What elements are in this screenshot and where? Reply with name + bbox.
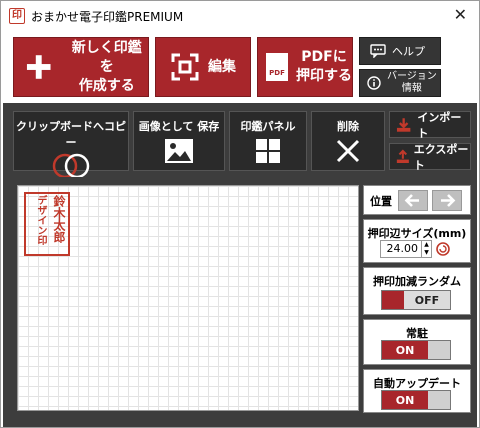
import-button[interactable]: インポート: [389, 110, 471, 140]
top-button-area: 新しく印鑑を 作成する 編集 PDF PDFに 押印する ヘルプ バージョン 情…: [1, 31, 479, 103]
export-button[interactable]: エクスポート: [389, 142, 471, 172]
import-label: インポート: [417, 110, 462, 140]
edit-button[interactable]: 編集: [155, 37, 251, 97]
export-label: エクスポート: [413, 142, 469, 172]
save-image-label: 画像として 保存: [138, 120, 220, 133]
delete-label: 削除: [337, 120, 359, 133]
create-stamp-label-line1: 新しく印鑑を: [71, 39, 142, 75]
arrow-right-icon: [441, 194, 456, 207]
position-left-button[interactable]: [398, 190, 428, 211]
autoupdate-toggle[interactable]: ON: [381, 390, 451, 410]
size-label: 押印辺サイズ(mm): [367, 227, 467, 240]
toggle-knob: [428, 391, 450, 409]
app-stamp-icon: 印: [9, 8, 25, 24]
close-button[interactable]: ✕: [454, 7, 467, 23]
resident-panel: 常駐 ON: [363, 319, 471, 365]
size-spinner[interactable]: ▲ ▼: [422, 240, 432, 258]
arrow-left-icon: [404, 194, 419, 207]
pdf-label-line1: PDFに: [301, 49, 347, 65]
autoupdate-label: 自動アップデート: [373, 377, 461, 390]
create-stamp-label-line2: 作成する: [78, 77, 135, 94]
resident-toggle[interactable]: ON: [381, 340, 451, 360]
focus-frame-icon: [171, 53, 199, 81]
toggle-knob: [382, 291, 404, 309]
overlapping-circles-icon: [52, 153, 90, 179]
grid-panel-icon: [256, 139, 280, 163]
random-toggle[interactable]: OFF: [381, 290, 451, 310]
version-label-line1: バージョン: [387, 71, 437, 82]
pdf-stamp-button[interactable]: PDF PDFに 押印する: [257, 37, 353, 97]
resident-toggle-state: ON: [382, 341, 428, 359]
copy-to-clipboard-button[interactable]: クリップボードへコピー: [13, 111, 129, 179]
position-panel: 位置: [363, 185, 471, 215]
size-panel: 押印辺サイズ(mm) 24.00 ▲ ▼: [363, 219, 471, 263]
stamp-panel-button[interactable]: 印鑑パネル: [229, 111, 307, 171]
random-panel: 押印加減ランダム OFF: [363, 267, 471, 315]
autoupdate-panel: 自動アップデート ON: [363, 369, 471, 413]
help-label: ヘルプ: [392, 45, 425, 58]
copy-label: クリップボードへコピー: [16, 120, 126, 149]
import-icon: [396, 117, 411, 132]
resident-label: 常駐: [406, 327, 428, 340]
position-right-button[interactable]: [432, 190, 462, 211]
plus-icon: [26, 55, 51, 79]
window-title: おまかせ電子印鑑PREMIUM: [31, 9, 184, 24]
stamp-text-col1: 鈴木太郎: [52, 195, 66, 243]
create-stamp-button[interactable]: 新しく印鑑を 作成する: [13, 37, 149, 97]
size-input[interactable]: 24.00: [380, 240, 422, 258]
export-icon: [396, 149, 409, 163]
position-label: 位置: [370, 195, 392, 208]
random-label: 押印加減ランダム: [373, 275, 461, 288]
autoupdate-toggle-state: ON: [382, 391, 428, 409]
random-toggle-state: OFF: [404, 291, 450, 309]
save-as-image-button[interactable]: 画像として 保存: [133, 111, 225, 171]
x-icon: [336, 139, 360, 163]
info-icon: [367, 76, 381, 90]
help-button[interactable]: ヘルプ: [359, 37, 441, 65]
pdf-file-icon: PDF: [266, 53, 288, 81]
pdf-label-line2: 押印する: [296, 68, 352, 84]
version-label-line2: 情報: [401, 83, 422, 94]
main-area: 鈴木太郎 デザイン印 位置 押印辺サイズ(mm) 24.00 ▲ ▼ 押印加減ラ…: [3, 177, 477, 427]
tool-bar: クリップボードへコピー 画像として 保存 印鑑パネル 削除 インポート エクスポ…: [3, 103, 477, 179]
pdf-icon-text: PDF: [269, 69, 285, 77]
chat-bubble-icon: [370, 44, 386, 58]
delete-button[interactable]: 削除: [311, 111, 385, 171]
edit-label: 編集: [208, 58, 236, 75]
reset-icon[interactable]: [436, 242, 450, 256]
title-bar: 印 おまかせ電子印鑑PREMIUM ✕: [1, 1, 479, 31]
stamp-canvas[interactable]: 鈴木太郎 デザイン印: [17, 185, 359, 411]
image-icon: [165, 139, 193, 163]
stamp-text-col2: デザイン印: [35, 195, 46, 245]
toggle-knob: [428, 341, 450, 359]
stamp-panel-label: 印鑑パネル: [240, 120, 296, 133]
app-window: 印 おまかせ電子印鑑PREMIUM ✕ 新しく印鑑を 作成する 編集 PDF P…: [0, 0, 480, 428]
stamp-preview[interactable]: 鈴木太郎 デザイン印: [24, 192, 70, 256]
version-info-button[interactable]: バージョン 情報: [359, 69, 441, 97]
